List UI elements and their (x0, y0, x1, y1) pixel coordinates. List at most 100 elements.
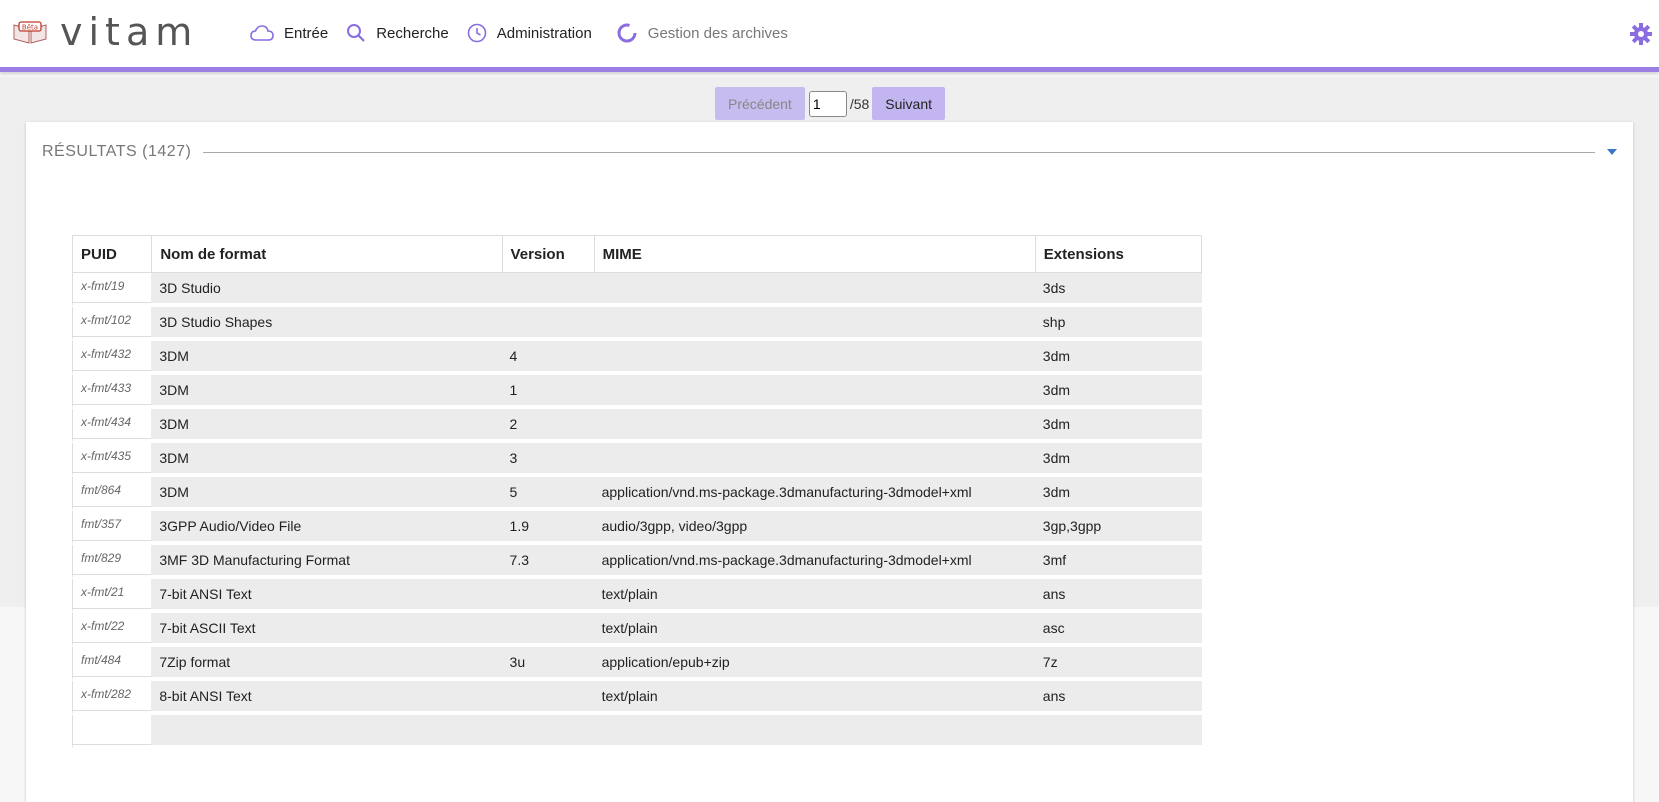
table-row[interactable]: x-fmt/21 7-bit ANSI Text text/plain ans (72, 579, 1202, 613)
cell-extensions: ans (1034, 579, 1202, 613)
cell-mime: text/plain (593, 681, 1035, 715)
cell-mime: text/plain (593, 579, 1035, 613)
column-header-puid[interactable]: PUID (72, 235, 152, 273)
cell-format-name: 7Zip format (151, 647, 502, 681)
page-number-input[interactable] (808, 90, 847, 117)
cell-puid: fmt/864 (72, 477, 152, 511)
previous-button[interactable]: Précédent (715, 87, 805, 120)
cell-extensions: 3dm (1034, 409, 1202, 443)
cell-puid: x-fmt/434 (72, 409, 152, 443)
cell-format-name: 8-bit ANSI Text (151, 681, 502, 715)
cell-extensions: 7z (1034, 647, 1202, 681)
cell-format-name (151, 715, 502, 749)
results-table: PUID Nom de format Version MIME Extensio… (72, 235, 1202, 749)
table-row[interactable]: x-fmt/22 7-bit ASCII Text text/plain asc (72, 613, 1202, 647)
table-row[interactable]: x-fmt/435 3DM 3 3dm (72, 443, 1202, 477)
cell-mime: text/plain (593, 613, 1035, 647)
table-header-row: PUID Nom de format Version MIME Extensio… (72, 235, 1202, 273)
page-total: /58 (849, 95, 870, 112)
cell-extensions: 3dm (1034, 341, 1202, 375)
cell-version (501, 579, 594, 613)
table-row[interactable]: fmt/829 3MF 3D Manufacturing Format 7.3 app… (72, 545, 1202, 579)
cell-format-name: 7-bit ANSI Text (151, 579, 502, 613)
cell-version: 2 (501, 409, 594, 443)
cell-puid: x-fmt/282 (72, 681, 152, 715)
book-logo-icon: Bêta (13, 21, 47, 44)
next-button[interactable]: Suivant (872, 87, 945, 120)
logo-text: vitam (60, 10, 199, 54)
cell-puid: x-fmt/435 (72, 443, 152, 477)
table-row[interactable]: fmt/484 7Zip format 3u application/epub+zip… (72, 647, 1202, 681)
cell-mime (593, 715, 1035, 749)
cell-puid: x-fmt/432 (72, 341, 152, 375)
cell-version: 3u (501, 647, 594, 681)
column-header-format-name[interactable]: Nom de format (151, 235, 502, 273)
cell-version (501, 273, 594, 307)
table-row[interactable]: x-fmt/102 3D Studio Shapes shp (72, 307, 1202, 341)
nav-item-administration[interactable]: Administration (467, 23, 592, 43)
cell-extensions: ans (1034, 681, 1202, 715)
nav-label: Recherche (376, 24, 449, 42)
cell-extensions: 3mf (1034, 545, 1202, 579)
collapse-caret-icon[interactable] (1607, 149, 1617, 155)
cell-extensions: shp (1034, 307, 1202, 341)
cell-format-name: 3DM (151, 341, 502, 375)
column-header-mime[interactable]: MIME (593, 235, 1035, 273)
cell-mime: application/epub+zip (593, 647, 1035, 681)
cell-extensions: 3ds (1034, 273, 1202, 307)
cell-puid (72, 715, 152, 749)
cell-version: 5 (501, 477, 594, 511)
cell-version (501, 307, 594, 341)
nav-item-entree[interactable]: Entrée (250, 24, 328, 42)
cell-extensions: asc (1034, 613, 1202, 647)
results-header: RÉSULTATS (1427) (42, 142, 1617, 162)
table-row[interactable] (72, 715, 1202, 749)
nav-item-recherche[interactable]: Recherche (346, 23, 449, 43)
cell-version (501, 681, 594, 715)
svg-text:Bêta: Bêta (22, 24, 38, 32)
cell-mime (593, 443, 1035, 477)
cell-extensions: 3dm (1034, 477, 1202, 511)
cell-puid: x-fmt/102 (72, 307, 152, 341)
cell-extensions (1034, 715, 1202, 749)
cell-extensions: 3gp,3gpp (1034, 511, 1202, 545)
results-title: RÉSULTATS (1427) (42, 143, 192, 160)
cell-format-name: 3DM (151, 477, 502, 511)
main-nav: Entrée Recherche Administration Gestion … (250, 22, 806, 44)
cell-mime: application/vnd.ms-package.3dmanufacturi… (593, 477, 1035, 511)
table-row[interactable]: fmt/864 3DM 5 application/vnd.ms-package.3d… (72, 477, 1202, 511)
top-navigation-bar: Bêta vitam Entrée Recherche Administrati… (0, 0, 1659, 72)
cell-version (501, 613, 594, 647)
table-row[interactable]: x-fmt/19 3D Studio 3ds (72, 273, 1202, 307)
cell-mime (593, 307, 1035, 341)
table-row[interactable]: x-fmt/434 3DM 2 3dm (72, 409, 1202, 443)
table-row[interactable]: x-fmt/432 3DM 4 3dm (72, 341, 1202, 375)
cell-version (501, 715, 594, 749)
search-icon (347, 24, 365, 42)
cell-puid: x-fmt/19 (72, 273, 152, 307)
cell-version: 1.9 (501, 511, 594, 545)
cell-format-name: 3DM (151, 375, 502, 409)
nav-item-gestion-archives[interactable]: Gestion des archives (616, 22, 788, 44)
vitam-logo[interactable]: Bêta vitam (12, 10, 199, 54)
cell-format-name: 3D Studio (151, 273, 502, 307)
column-header-extensions[interactable]: Extensions (1034, 235, 1202, 273)
cell-extensions: 3dm (1034, 443, 1202, 477)
cell-puid: fmt/829 (72, 545, 152, 579)
gear-icon[interactable] (1629, 22, 1653, 46)
table-row[interactable]: fmt/357 3GPP Audio/Video File 1.9 audio/3gp… (72, 511, 1202, 545)
cell-format-name: 7-bit ASCII Text (151, 613, 502, 647)
loading-circle-icon (617, 23, 637, 43)
cell-mime: application/vnd.ms-package.3dmanufacturi… (593, 545, 1035, 579)
table-row[interactable]: x-fmt/282 8-bit ANSI Text text/plain ans (72, 681, 1202, 715)
table-row[interactable]: x-fmt/433 3DM 1 3dm (72, 375, 1202, 409)
cell-puid: x-fmt/433 (72, 375, 152, 409)
nav-label: Administration (496, 24, 592, 42)
cell-version: 1 (501, 375, 594, 409)
column-header-version[interactable]: Version (501, 235, 594, 273)
cell-version: 7.3 (501, 545, 594, 579)
cell-puid: fmt/357 (72, 511, 152, 545)
cell-mime: audio/3gpp, video/3gpp (593, 511, 1035, 545)
cell-mime (593, 341, 1035, 375)
cell-puid: x-fmt/21 (72, 579, 152, 613)
